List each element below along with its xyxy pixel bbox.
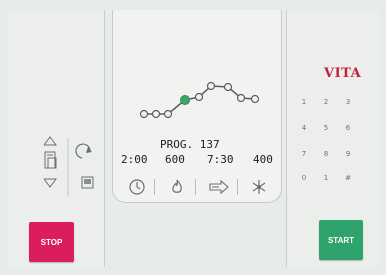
keypad-key[interactable]: 2: [315, 95, 337, 109]
keypad-key[interactable]: 5: [315, 121, 337, 135]
down-arrow-icon[interactable]: [44, 178, 57, 188]
stop-button[interactable]: STOP: [29, 222, 74, 262]
curve-point: [139, 109, 149, 119]
curve-point: [206, 81, 216, 91]
keypad-key[interactable]: 3: [337, 95, 359, 109]
brand-logo: VITA: [324, 66, 362, 81]
keypad-key[interactable]: 6: [337, 121, 359, 135]
keypad-key[interactable]: #: [337, 171, 359, 185]
arrow-right-icon[interactable]: [207, 175, 231, 199]
program-list-icon[interactable]: [44, 151, 57, 169]
keypad-key[interactable]: 4: [293, 121, 315, 135]
curve-point: [223, 82, 233, 92]
keypad-key[interactable]: 1: [293, 95, 315, 109]
snowflake-icon[interactable]: [247, 175, 271, 199]
flame-icon[interactable]: [165, 175, 189, 199]
firing-curve: [139, 81, 260, 119]
param-heat-time: 7:30: [207, 153, 234, 166]
curve-point: [151, 109, 161, 119]
program-label: PROG. 137: [160, 138, 220, 151]
start-button[interactable]: START: [319, 220, 363, 260]
keypad-key[interactable]: 9: [337, 147, 359, 161]
curve-point: [250, 94, 260, 104]
curve-point: [163, 109, 173, 119]
param-start-temp: 600: [165, 153, 185, 166]
mode-icon-row: [123, 175, 273, 199]
clock-icon[interactable]: [125, 175, 149, 199]
param-hold-time: 2:00: [121, 153, 148, 166]
curve-point-active: [180, 95, 190, 105]
save-icon[interactable]: [81, 176, 94, 189]
display-screen: PROG. 137 2:00 600 7:30 400: [112, 10, 282, 203]
keypad-key[interactable]: 7: [293, 147, 315, 161]
keypad-key[interactable]: 8: [315, 147, 337, 161]
curve-point: [194, 92, 204, 102]
side-controls: [44, 136, 94, 196]
icon-divider: [195, 179, 196, 195]
curve-point: [236, 93, 246, 103]
icon-divider: [154, 179, 155, 195]
param-end-temp: 400: [253, 153, 273, 166]
up-arrow-icon[interactable]: [44, 136, 57, 146]
keypad-key[interactable]: 0: [293, 171, 315, 185]
keypad-key[interactable]: 1: [315, 171, 337, 185]
icon-divider: [237, 179, 238, 195]
